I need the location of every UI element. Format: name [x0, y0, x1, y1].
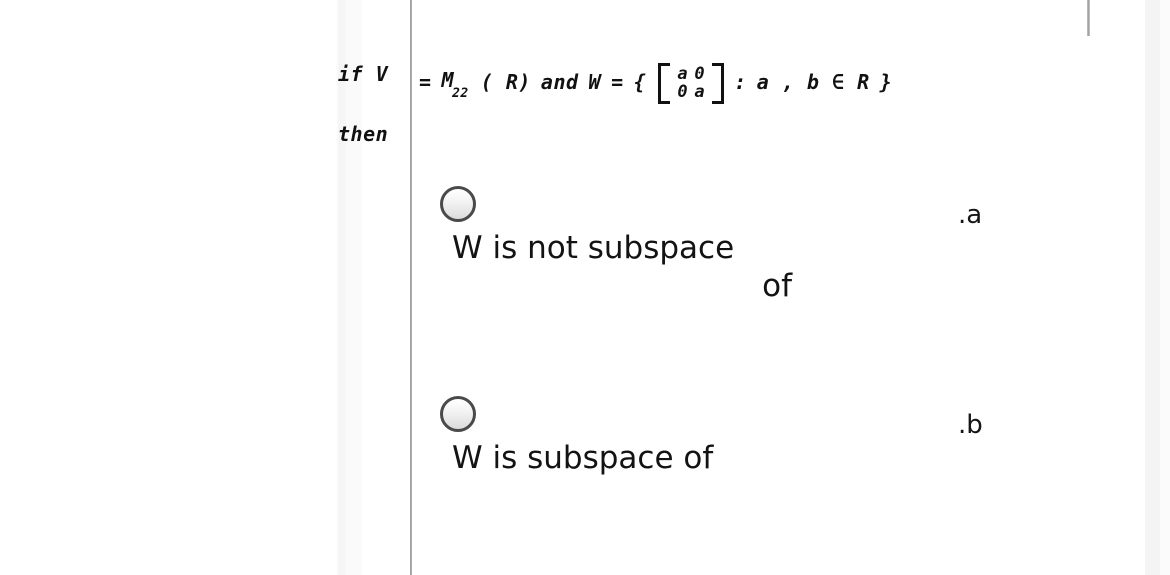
radio-button-b[interactable] — [440, 396, 476, 432]
matrix-space-subscript: 22 — [452, 86, 469, 102]
matrix-cell: 0 — [677, 82, 689, 103]
matrix-notation: a0 0a — [658, 63, 725, 104]
right-margin-band — [1145, 0, 1160, 575]
matrix-cell: a — [694, 82, 706, 103]
matrix-cells: a0 0a — [670, 63, 712, 104]
question-stem-then: then — [338, 122, 389, 146]
left-margin-band — [336, 0, 346, 575]
equals-sign-1: = — [419, 70, 432, 95]
set-brace-close: } — [879, 70, 893, 95]
option-key-a: .a — [958, 200, 983, 230]
matrix-row: 0a — [674, 82, 708, 103]
question-stem-body: = M22 ( R) and W = { a0 0a : a , b ∈ R } — [419, 62, 902, 104]
option-label-a-line1: W is not subspace — [452, 230, 735, 266]
set-colon: : — [734, 70, 747, 95]
scrollbar-thumb[interactable] — [1087, 0, 1090, 36]
left-margin-band-inner — [346, 0, 362, 575]
matrix-cell: a — [677, 64, 689, 84]
option-label-a-line2: of — [762, 267, 792, 304]
w-symbol: W — [588, 70, 602, 95]
matrix-cell: 0 — [694, 64, 706, 84]
radio-button-a[interactable] — [440, 186, 476, 222]
question-stem-if: if V — [338, 62, 389, 86]
matrix-space-argument: ( R) — [480, 70, 531, 95]
option-key-b: .b — [958, 410, 983, 440]
matrix-bracket-left — [658, 63, 671, 104]
vertical-divider-rule — [410, 0, 412, 575]
set-brace-open: { — [633, 70, 647, 95]
right-margin-band-inner — [1160, 0, 1170, 575]
option-label-a: W is not subspace of — [452, 230, 800, 306]
equals-sign-2: = — [611, 70, 624, 95]
matrix-space-symbol: M22 — [442, 68, 471, 101]
conjunction-and: and — [540, 70, 579, 95]
matrix-bracket-right — [712, 63, 725, 104]
option-label-b: W is subspace of — [452, 440, 800, 478]
question-page: if V then = M22 ( R) and W = { a0 0a : a… — [0, 0, 1170, 575]
option-label-b-line1: W is subspace of — [452, 440, 714, 476]
set-condition: a , b ∈ R — [756, 70, 870, 95]
matrix-row: a0 — [674, 64, 708, 84]
